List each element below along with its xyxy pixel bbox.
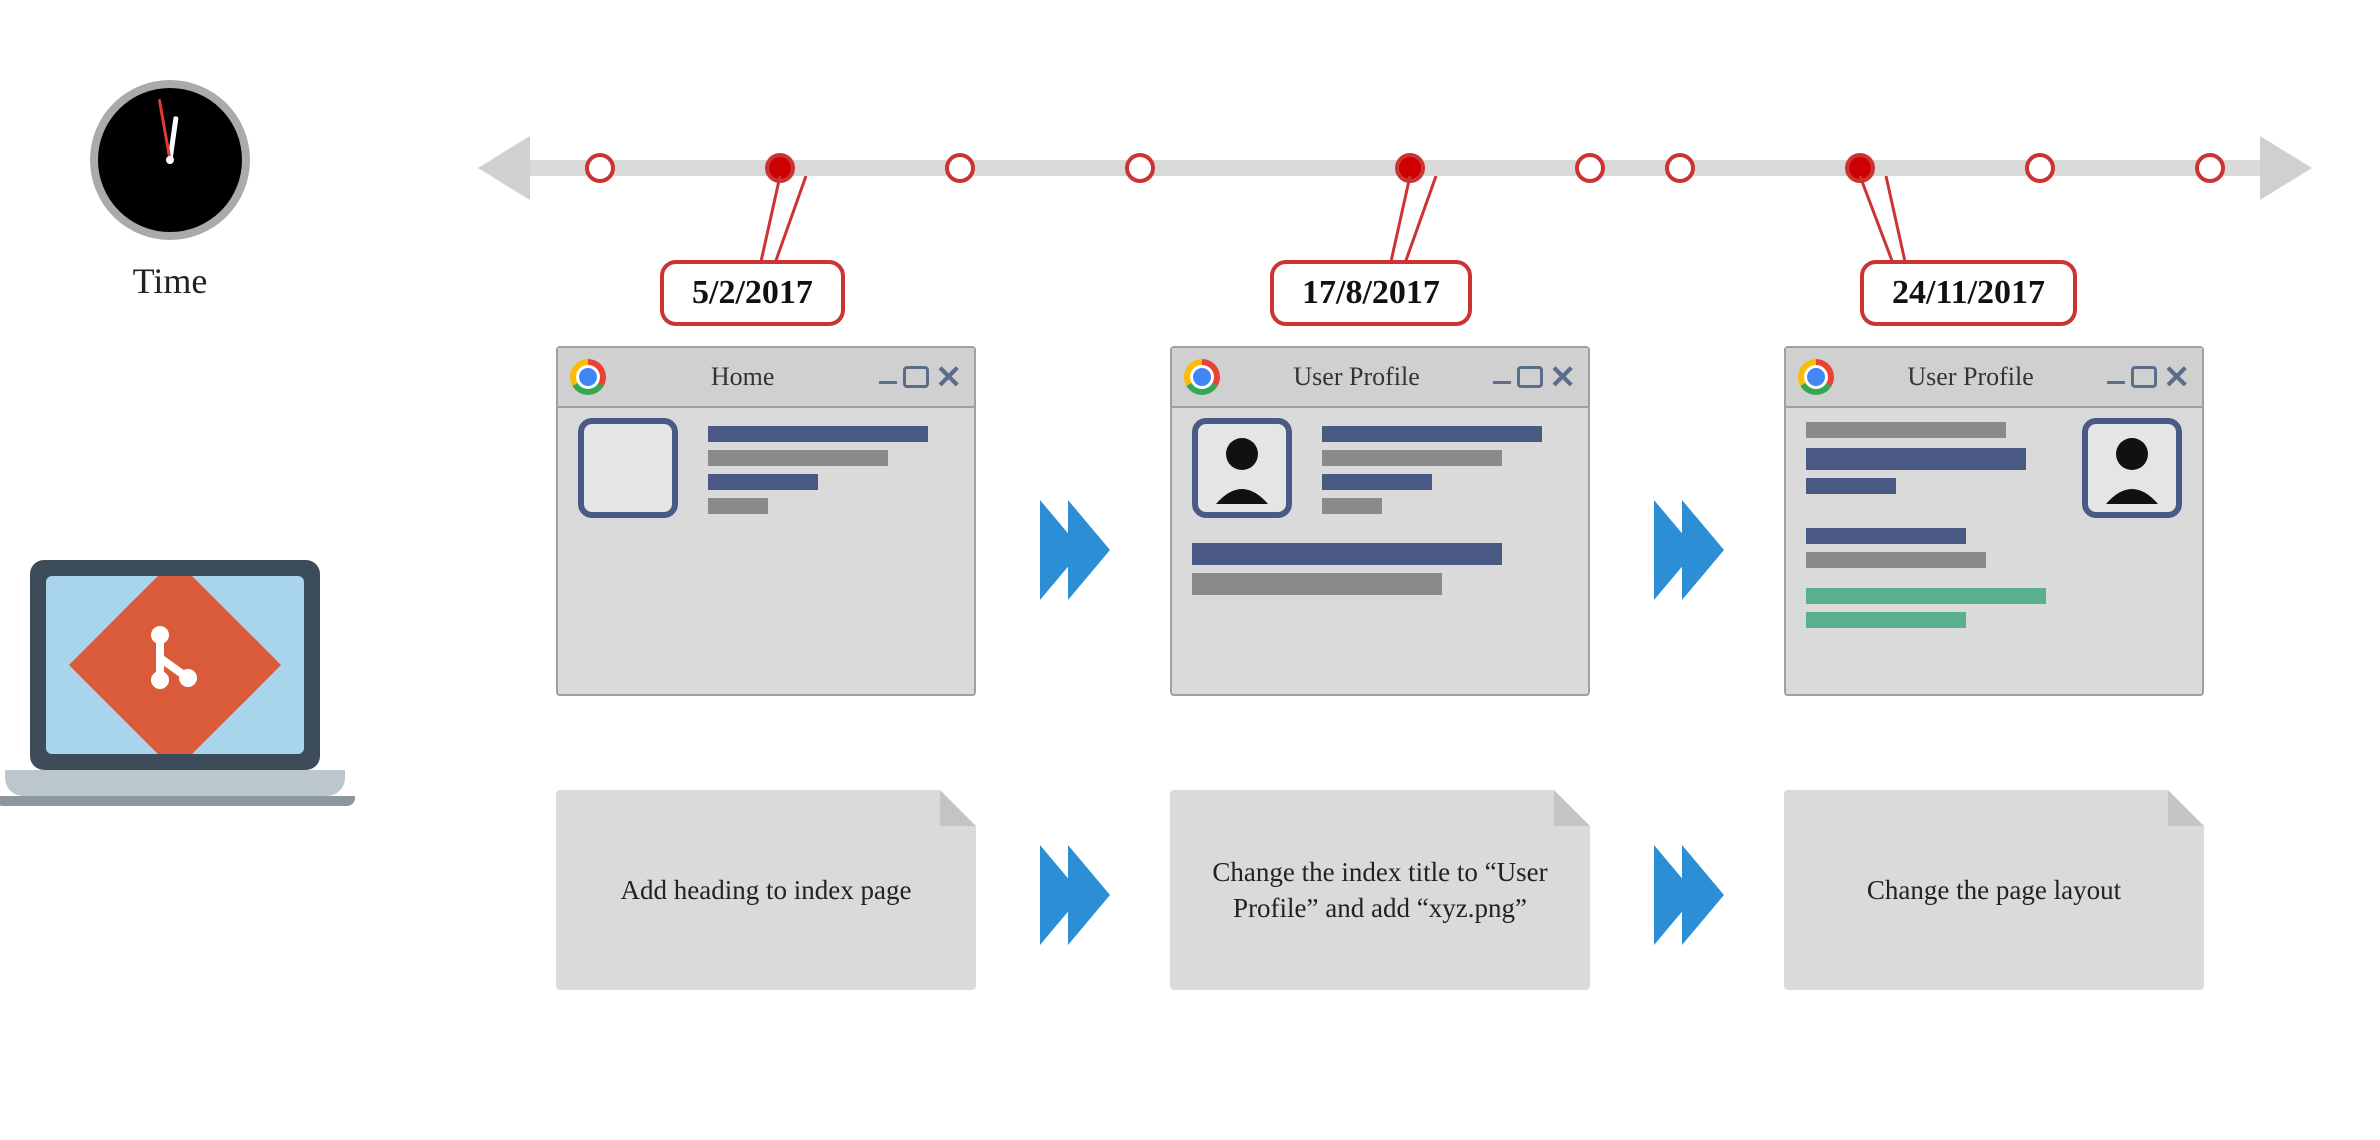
avatar-thumbnail — [1192, 418, 1292, 518]
chrome-icon — [1184, 359, 1220, 395]
callout-tail-icon — [1390, 176, 1450, 266]
browser-title: User Profile — [1850, 362, 2091, 392]
timeline-dot — [585, 153, 615, 183]
content-bar — [1806, 588, 2046, 604]
git-branch-icon — [130, 620, 220, 710]
content-bar — [1322, 450, 1502, 466]
image-placeholder — [578, 418, 678, 518]
content-bar — [1806, 552, 1986, 568]
avatar-thumbnail — [2082, 418, 2182, 518]
content-bar — [1806, 612, 1966, 628]
chrome-icon — [570, 359, 606, 395]
chrome-icon — [1798, 359, 1834, 395]
commit-note: Change the page layout — [1784, 790, 2204, 990]
content-bar — [1806, 478, 1896, 494]
clock-section: Time — [90, 80, 250, 302]
browser-title: User Profile — [1236, 362, 1477, 392]
browser-title: Home — [622, 362, 863, 392]
person-icon — [2088, 424, 2176, 512]
content-bar — [1806, 448, 2026, 470]
content-bar — [1192, 573, 1442, 595]
minimize-icon — [879, 381, 897, 384]
minute-hand — [158, 99, 172, 161]
commit-note: Change the index title to “User Profile”… — [1170, 790, 1590, 990]
content-bar — [1322, 426, 1542, 442]
person-icon — [1198, 424, 1286, 512]
timeline-dot — [2025, 153, 2055, 183]
minimize-icon — [2107, 381, 2125, 384]
maximize-icon — [2131, 366, 2157, 388]
clock-icon — [90, 80, 250, 240]
timeline-dot — [1575, 153, 1605, 183]
content-bar — [1806, 528, 1966, 544]
content-bar — [708, 426, 928, 442]
content-bar — [708, 498, 768, 514]
maximize-icon — [903, 366, 929, 388]
date-callout: 17/8/2017 — [1270, 260, 1472, 326]
callout-tail-icon — [1840, 176, 1910, 266]
content-bar — [1192, 543, 1502, 565]
minimize-icon — [1493, 381, 1511, 384]
content-bar — [1322, 474, 1432, 490]
laptop-git-icon — [30, 560, 355, 806]
date-callout: 5/2/2017 — [660, 260, 845, 326]
time-label: Time — [90, 260, 250, 302]
close-icon: ✕ — [1549, 361, 1576, 393]
content-bar — [708, 450, 888, 466]
window-controls: ✕ — [1493, 361, 1576, 393]
close-icon: ✕ — [2163, 361, 2190, 393]
window-controls: ✕ — [2107, 361, 2190, 393]
timeline-dot — [945, 153, 975, 183]
content-bar — [1322, 498, 1382, 514]
timeline-dot — [1665, 153, 1695, 183]
date-callout: 24/11/2017 — [1860, 260, 2077, 326]
commit-note: Add heading to index page — [556, 790, 976, 990]
timeline-dot — [1125, 153, 1155, 183]
timeline-arrow-left-icon — [478, 136, 530, 200]
browser-mockup-profile: User Profile ✕ — [1170, 346, 1590, 696]
timeline-arrow-right-icon — [2260, 136, 2312, 200]
maximize-icon — [1517, 366, 1543, 388]
content-bar — [708, 474, 818, 490]
close-icon: ✕ — [935, 361, 962, 393]
timeline-dot — [2195, 153, 2225, 183]
content-bar — [1806, 422, 2006, 438]
browser-mockup-profile-v2: User Profile ✕ — [1784, 346, 2204, 696]
browser-mockup-home: Home ✕ — [556, 346, 976, 696]
callout-tail-icon — [760, 176, 820, 266]
window-controls: ✕ — [879, 361, 962, 393]
